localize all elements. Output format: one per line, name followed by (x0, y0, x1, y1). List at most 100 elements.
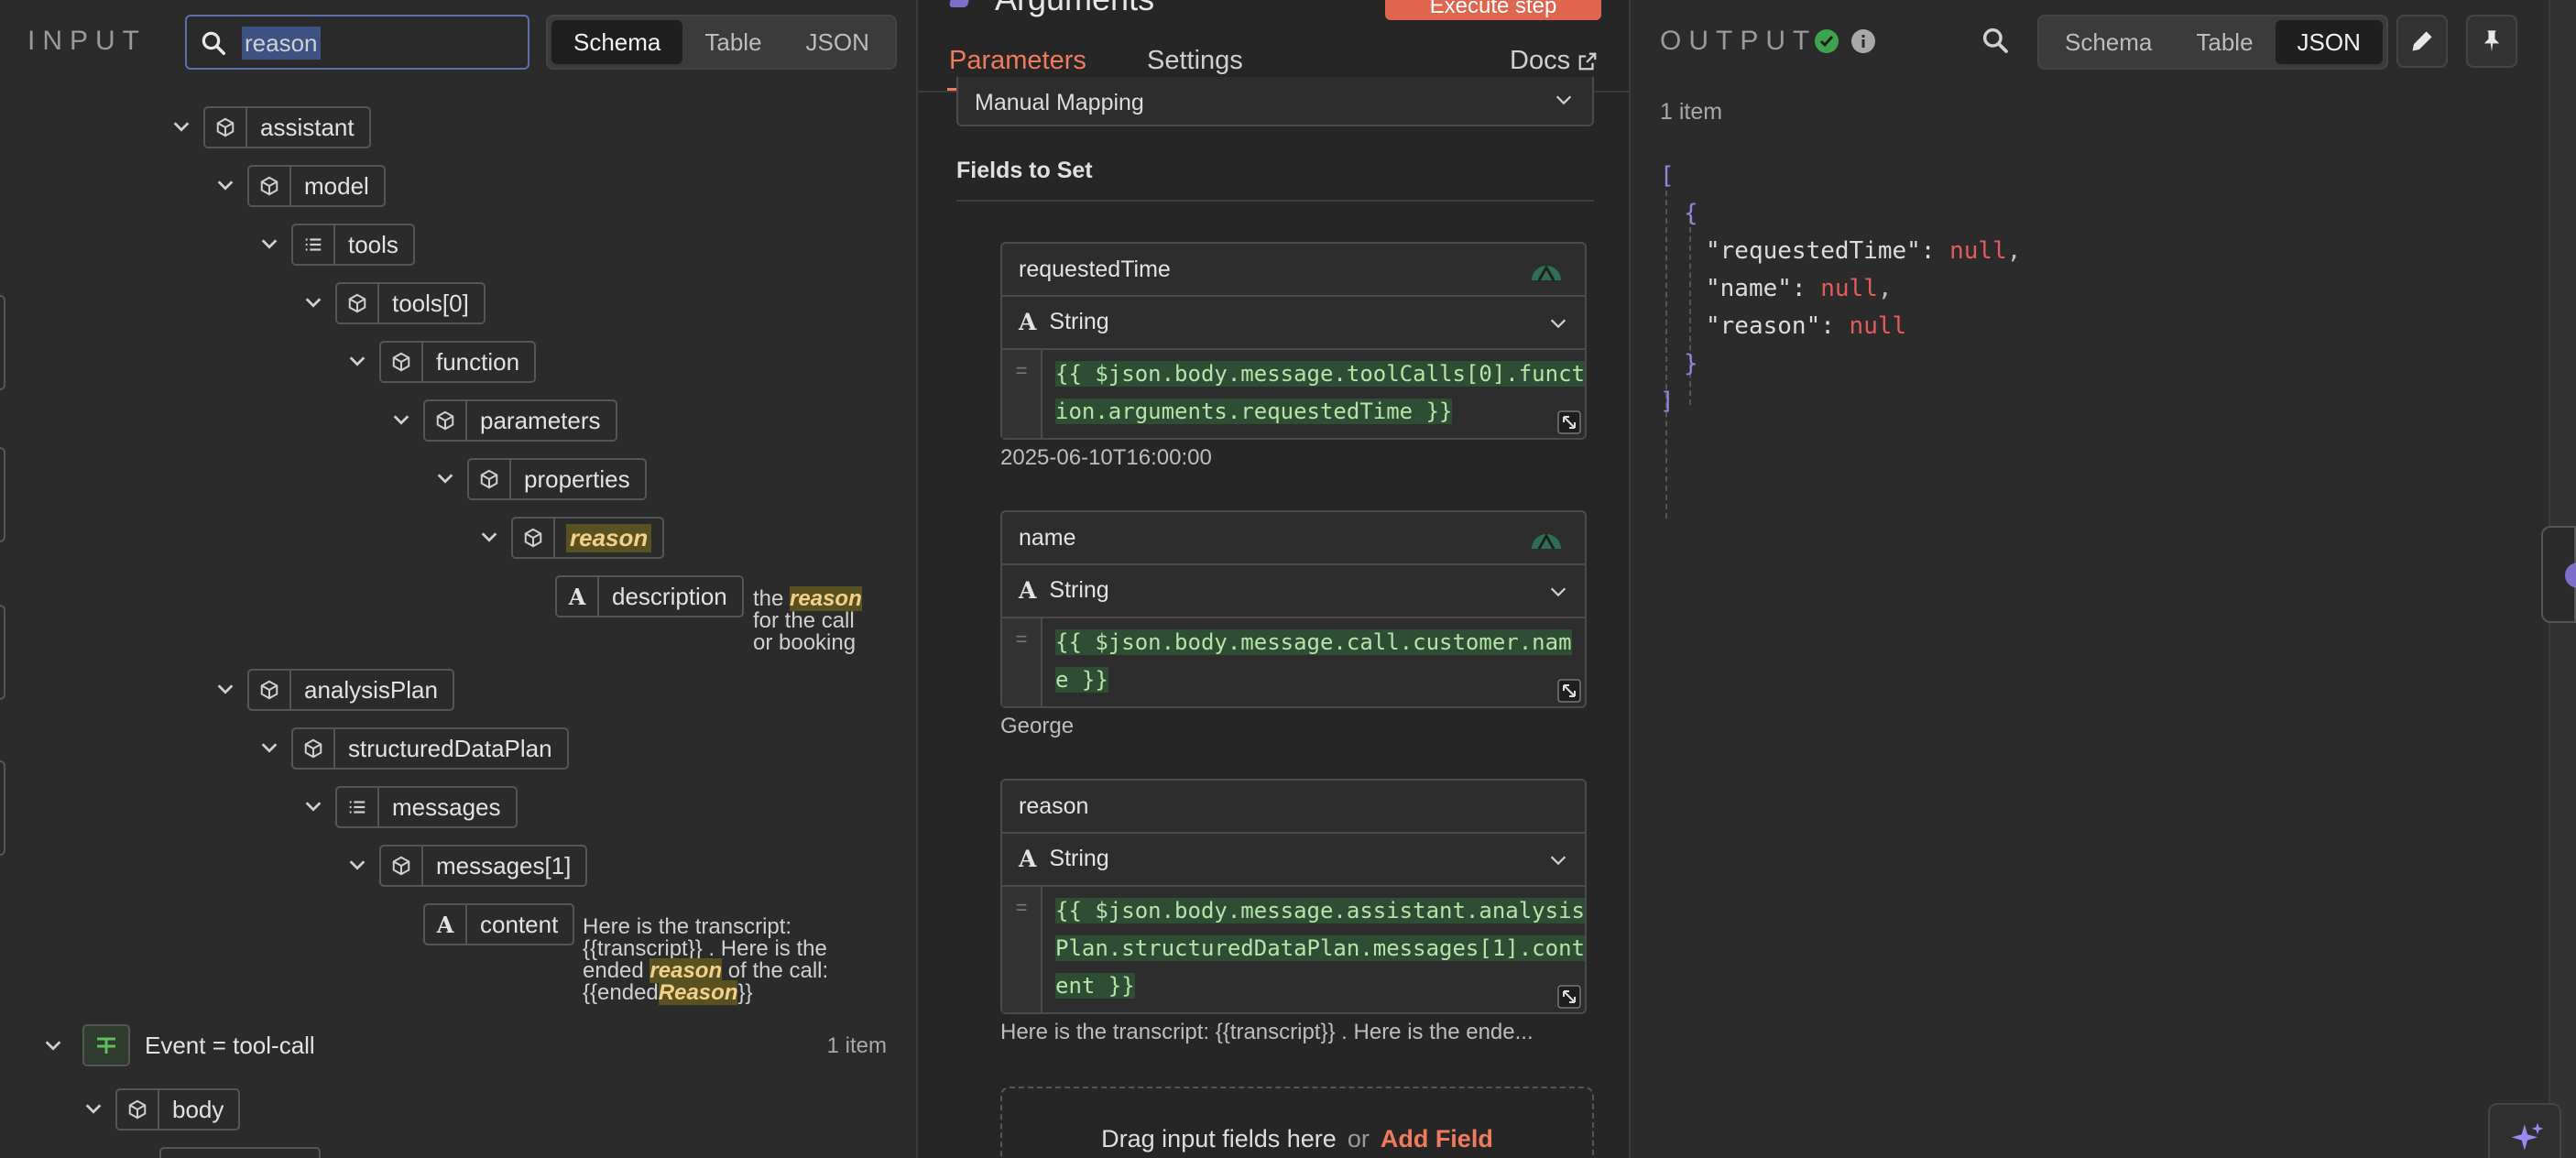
chevron-down-icon[interactable] (391, 410, 411, 430)
pin-output-button[interactable] (2466, 15, 2517, 68)
docs-label: Docs (1510, 46, 1571, 75)
mapping-mode-value: Manual Mapping (975, 90, 1144, 115)
field-name-input[interactable]: requestedTime (1000, 242, 1587, 297)
chevron-down-icon[interactable] (435, 468, 455, 488)
equals-icon: = (1002, 350, 1042, 438)
field-reason: reason A String = {{ $json.body.message.… (1000, 779, 1587, 1045)
chevron-down-icon[interactable] (303, 796, 323, 816)
schema-node-content[interactable]: A content (423, 903, 575, 945)
schema-node-function[interactable]: function (379, 341, 537, 383)
schema-node-properties[interactable]: properties (467, 458, 647, 500)
list-icon (337, 788, 379, 826)
sparkle-icon (2511, 1122, 2544, 1151)
expand-editor-icon[interactable] (1557, 679, 1581, 703)
field-result-preview: George (1000, 714, 1075, 738)
schema-node-tools[interactable]: tools (291, 224, 415, 266)
execute-step-button[interactable]: Execute step (1385, 0, 1601, 20)
drop-input-fields-zone[interactable]: Drag input fields here or Add Field (1000, 1087, 1594, 1158)
search-icon (202, 31, 225, 55)
chevron-down-icon (1550, 587, 1566, 597)
string-type-icon: A (1019, 846, 1037, 872)
fields-to-set-label: Fields to Set (956, 158, 1093, 183)
fields-divider (956, 200, 1594, 202)
input-view-switch: Schema Table JSON (546, 15, 897, 70)
chevron-down-icon[interactable] (259, 737, 279, 758)
input-node-event-tool-call[interactable]: Event = tool-call 1 item (37, 1024, 898, 1066)
schema-node-analysisplan[interactable]: analysisPlan (247, 669, 454, 711)
docs-link[interactable]: Docs (1510, 46, 1598, 76)
field-expression-editor[interactable]: = {{ $json.body.message.assistant.analys… (1000, 887, 1587, 1014)
output-view-json[interactable]: JSON (2275, 20, 2383, 64)
schema-node-parameters[interactable]: parameters (423, 399, 617, 442)
add-field-button[interactable]: Add Field (1381, 1125, 1493, 1153)
schema-node-tools-0[interactable]: tools[0] (335, 282, 486, 324)
schema-node-partial[interactable] (159, 1147, 321, 1158)
schema-node-messages[interactable]: messages (335, 786, 518, 828)
assistant-avatar-icon (2565, 563, 2576, 588)
info-icon[interactable] (1850, 28, 1876, 54)
input-panel: INPUT reason Schema Table JSON assistant… (0, 0, 916, 1158)
left-rail-tab[interactable] (0, 605, 5, 700)
chevron-down-icon[interactable] (347, 855, 367, 875)
search-input-value[interactable]: reason (242, 27, 321, 60)
input-view-json[interactable]: JSON (784, 20, 891, 64)
tab-settings[interactable]: Settings (1147, 46, 1243, 76)
expand-editor-icon[interactable] (1557, 410, 1581, 434)
field-result-preview: Here is the transcript: {{transcript}} .… (1000, 1020, 1534, 1044)
field-name-value: reason (1019, 793, 1089, 819)
field-expression-editor[interactable]: = {{ $json.body.message.call.customer.na… (1000, 618, 1587, 708)
field-type-select[interactable]: A String (1000, 834, 1587, 887)
chevron-down-icon[interactable] (215, 175, 235, 195)
output-view-table[interactable]: Table (2174, 20, 2275, 64)
chevron-down-icon[interactable] (215, 679, 235, 699)
left-rail-tab[interactable] (0, 295, 5, 390)
field-type-select[interactable]: A String (1000, 565, 1587, 618)
schema-node-messages-1[interactable]: messages[1] (379, 845, 588, 887)
string-type-icon: A (557, 577, 599, 616)
expression-mode-icon[interactable] (1528, 523, 1565, 551)
pencil-icon (2412, 31, 2432, 51)
input-search-field[interactable]: reason (185, 15, 529, 70)
input-view-schema[interactable]: Schema (551, 20, 683, 64)
chevron-down-icon[interactable] (259, 234, 279, 254)
schema-node-body[interactable]: body (115, 1088, 241, 1131)
field-type-select[interactable]: A String (1000, 297, 1587, 350)
schema-node-reason[interactable]: reason (511, 517, 665, 559)
field-result-preview: 2025-06-10T16:00:00 (1000, 445, 1212, 470)
chevron-down-icon[interactable] (171, 116, 191, 137)
expression-mode-icon[interactable] (1528, 255, 1565, 282)
search-icon[interactable] (1981, 26, 2010, 55)
output-item-count: 1 item (1660, 99, 1723, 125)
edit-output-button[interactable] (2396, 15, 2448, 68)
external-link-icon (1578, 52, 1597, 70)
output-view-schema[interactable]: Schema (2043, 20, 2174, 64)
schema-node-structureddataplan[interactable]: structuredDataPlan (291, 727, 569, 770)
node-title[interactable]: Arguments (995, 0, 1154, 18)
cube-icon (117, 1090, 159, 1129)
mapping-mode-select[interactable]: Manual Mapping (956, 77, 1594, 126)
output-view-switch: Schema Table JSON (2037, 15, 2388, 70)
expand-editor-icon[interactable] (1557, 985, 1581, 1009)
tab-parameters[interactable]: Parameters (949, 46, 1086, 76)
cube-icon (249, 671, 291, 709)
schema-node-model[interactable]: model (247, 165, 386, 207)
json-output-viewer[interactable]: [ { "requestedTime": null, "name": null,… (1660, 158, 2021, 519)
left-rail-tab[interactable] (0, 447, 5, 542)
chevron-down-icon[interactable] (303, 292, 323, 312)
chevron-down-icon[interactable] (83, 1098, 104, 1119)
schema-node-description[interactable]: A description (555, 575, 744, 617)
ai-assistant-button[interactable] (2488, 1103, 2561, 1158)
input-view-table[interactable]: Table (682, 20, 783, 64)
expression-line: e }} (1055, 667, 1108, 693)
field-expression-editor[interactable]: = {{ $json.body.message.toolCalls[0].fun… (1000, 350, 1587, 440)
field-name-input[interactable]: reason (1000, 779, 1587, 834)
string-type-icon: A (1019, 309, 1037, 335)
side-panel-toggle[interactable] (2541, 526, 2576, 623)
chevron-down-icon[interactable] (479, 527, 499, 547)
expression-line: {{ $json.body.message.assistant.analysis (1055, 898, 1585, 923)
field-name-input[interactable]: name (1000, 510, 1587, 565)
chevron-down-icon[interactable] (347, 351, 367, 371)
schema-node-assistant[interactable]: assistant (203, 106, 371, 148)
left-rail-tab[interactable] (0, 760, 5, 856)
json-array-open: [ (1660, 162, 1675, 190)
